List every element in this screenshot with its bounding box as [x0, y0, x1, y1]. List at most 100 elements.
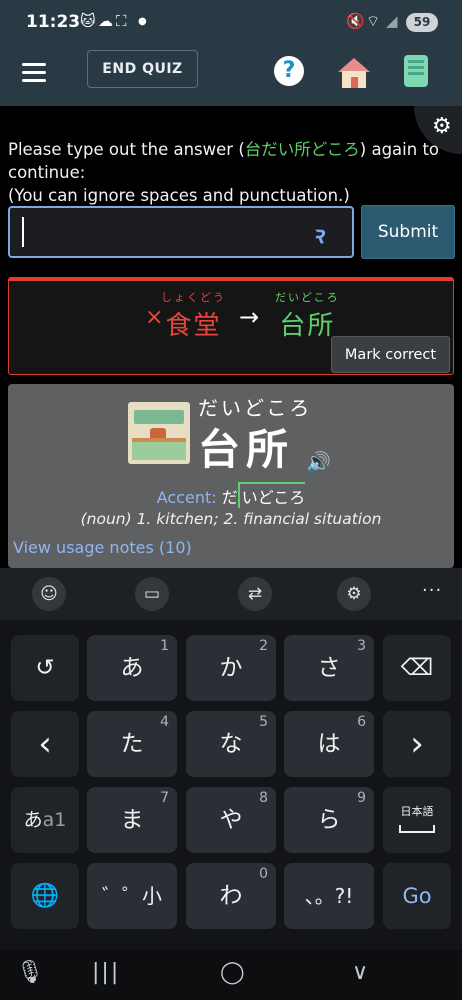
key-ta[interactable]: た4 [87, 711, 177, 777]
battery-indicator: 59 [406, 13, 438, 32]
punctuation-key[interactable]: 、。?! [284, 863, 374, 929]
key-wa[interactable]: わ0 [186, 863, 276, 929]
emoji-icon[interactable]: ☺ [32, 577, 66, 611]
key-na[interactable]: な5 [186, 711, 276, 777]
wrong-answer-word: 食堂 [165, 311, 222, 341]
key-ta-label: た [120, 731, 144, 757]
answer-input[interactable] [8, 206, 354, 258]
gear-icon[interactable]: ⚙ [432, 114, 452, 139]
key-ya[interactable]: や8 [186, 787, 276, 853]
nihongo-label: 日本語 [400, 805, 434, 818]
key-ha-label: は [317, 731, 341, 757]
key-sa[interactable]: さ3 [284, 635, 374, 701]
cloud-icon: ☁ [98, 12, 113, 30]
accent-label: Accent: [156, 488, 217, 507]
arrow-icon: → [239, 303, 260, 331]
accent-low: だ [221, 488, 238, 507]
text-caret [22, 217, 24, 247]
dakuten-key[interactable]: ゛゜小 [87, 863, 177, 929]
dot-icon: ● [138, 16, 147, 27]
key-sa-hint: 3 [357, 638, 366, 654]
home-icon[interactable] [336, 56, 372, 90]
key-ha[interactable]: は6 [284, 711, 374, 777]
more-icon[interactable]: ··· [422, 580, 442, 601]
settings-icon[interactable]: ⚙ [337, 577, 371, 611]
menu-icon[interactable] [22, 63, 46, 83]
key-ha-hint: 6 [357, 714, 366, 730]
accent-line: Accent: だいどころ [8, 482, 454, 508]
undo-key[interactable]: ↺ [11, 635, 79, 701]
wrong-answer-reading: しょくどう [161, 291, 226, 304]
key-ra[interactable]: ら9 [284, 787, 374, 853]
key-ra-hint: 9 [357, 790, 366, 806]
translate-icon[interactable]: ⇄ [238, 577, 272, 611]
prompt-answer: 台だい所どころ [244, 140, 360, 159]
clipboard-icon[interactable]: ▭ [135, 577, 169, 611]
vocab-definition: (noun) 1. kitchen; 2. financial situatio… [80, 510, 382, 528]
book-icon[interactable] [404, 55, 428, 87]
back-icon[interactable]: ∨ [352, 960, 368, 985]
key-ma[interactable]: ま7 [87, 787, 177, 853]
key-a[interactable]: あ1 [87, 635, 177, 701]
nihongo-space-key[interactable]: 日本語 [383, 787, 451, 853]
correct-answer-reading: だいどころ [275, 291, 340, 304]
go-key[interactable]: Go [383, 863, 451, 929]
mute-icon: 🔇 [346, 12, 365, 30]
system-nav-bar: 🎙 ||| ◯ ∨ [0, 950, 462, 1000]
key-ra-label: ら [317, 807, 341, 833]
recents-icon[interactable]: ||| [92, 960, 120, 985]
key-ka-label: か [219, 655, 243, 681]
key-ma-hint: 7 [160, 790, 169, 806]
key-na-hint: 5 [259, 714, 268, 730]
key-sa-label: さ [317, 655, 341, 681]
globe-key[interactable]: 🌐 [11, 863, 79, 929]
key-wa-hint: 0 [259, 866, 268, 882]
cat-icon: 🐱 [80, 12, 96, 30]
input-mode-key[interactable]: あa1 [11, 787, 79, 853]
space-bar-icon [399, 825, 435, 833]
key-a-label: あ [120, 655, 144, 681]
signal-icon: ◢ [386, 12, 398, 30]
wifi-icon: ⌔ [366, 12, 381, 30]
kitchen-illustration [128, 402, 190, 464]
cursor-right-key[interactable]: › [383, 711, 451, 777]
correction-box: × しょくどう 食堂 → だいどころ 台所 Mark correct [8, 277, 454, 375]
wrong-answer: しょくどう 食堂 [161, 289, 226, 342]
vocab-word: 台所 [198, 425, 295, 474]
status-time: 11:23 [26, 12, 81, 32]
key-ma-label: ま [120, 807, 144, 833]
accent-high: いどころ [237, 482, 306, 508]
backspace-icon: ⌫ [400, 655, 434, 681]
globe-icon: 🌐 [30, 883, 60, 909]
help-icon[interactable]: ? [274, 56, 304, 86]
home-nav-icon[interactable]: ◯ [220, 960, 245, 985]
key-wa-label: わ [219, 883, 243, 909]
key-na-label: な [219, 731, 243, 757]
usage-notes-link[interactable]: View usage notes (10) [13, 538, 192, 557]
prompt-text-before: Please type out the answer ( [8, 140, 245, 159]
input-mode-label: あ [23, 809, 43, 831]
backspace-key[interactable]: ⌫ [383, 635, 451, 701]
handwriting-icon[interactable]: ꝛ [312, 218, 323, 251]
key-ya-hint: 8 [259, 790, 268, 806]
keyboard: ↺ あ1 か2 さ3 ⌫ ‹ た4 な5 は6 › あa1 ま7 や8 ら9 日… [0, 620, 462, 950]
submit-button[interactable]: Submit [361, 205, 455, 259]
end-quiz-button[interactable]: END QUIZ [87, 50, 198, 88]
app-bar: END QUIZ ? [0, 44, 462, 106]
prompt-note: (You can ignore spaces and punctuation.) [8, 186, 350, 205]
mark-correct-button[interactable]: Mark correct [331, 336, 450, 373]
key-a-hint: 1 [160, 638, 169, 654]
input-mode-small: a1 [42, 809, 67, 831]
answer-prompt: Please type out the answer (台だい所どころ) aga… [8, 138, 448, 207]
speaker-icon[interactable]: 🔊 [306, 450, 331, 474]
key-ta-hint: 4 [160, 714, 169, 730]
keyboard-toolbar: ☺ ▭ ⇄ ⚙ ··· [0, 568, 462, 620]
vocab-card: だいどころ 台所 🔊 Accent: だいどころ (noun) 1. kitch… [8, 384, 454, 568]
correct-answer: だいどころ 台所 [275, 289, 340, 342]
cursor-left-key[interactable]: ‹ [11, 711, 79, 777]
screenshot-icon: ⛶ [116, 12, 127, 30]
key-ka[interactable]: か2 [186, 635, 276, 701]
mic-icon[interactable]: 🎙 [16, 960, 44, 985]
correct-answer-word: 台所 [279, 311, 336, 341]
status-bar: 11:23 🐱 ☁ ⛶ ● 🔇 ⌔ ◢ 59 [0, 0, 462, 44]
